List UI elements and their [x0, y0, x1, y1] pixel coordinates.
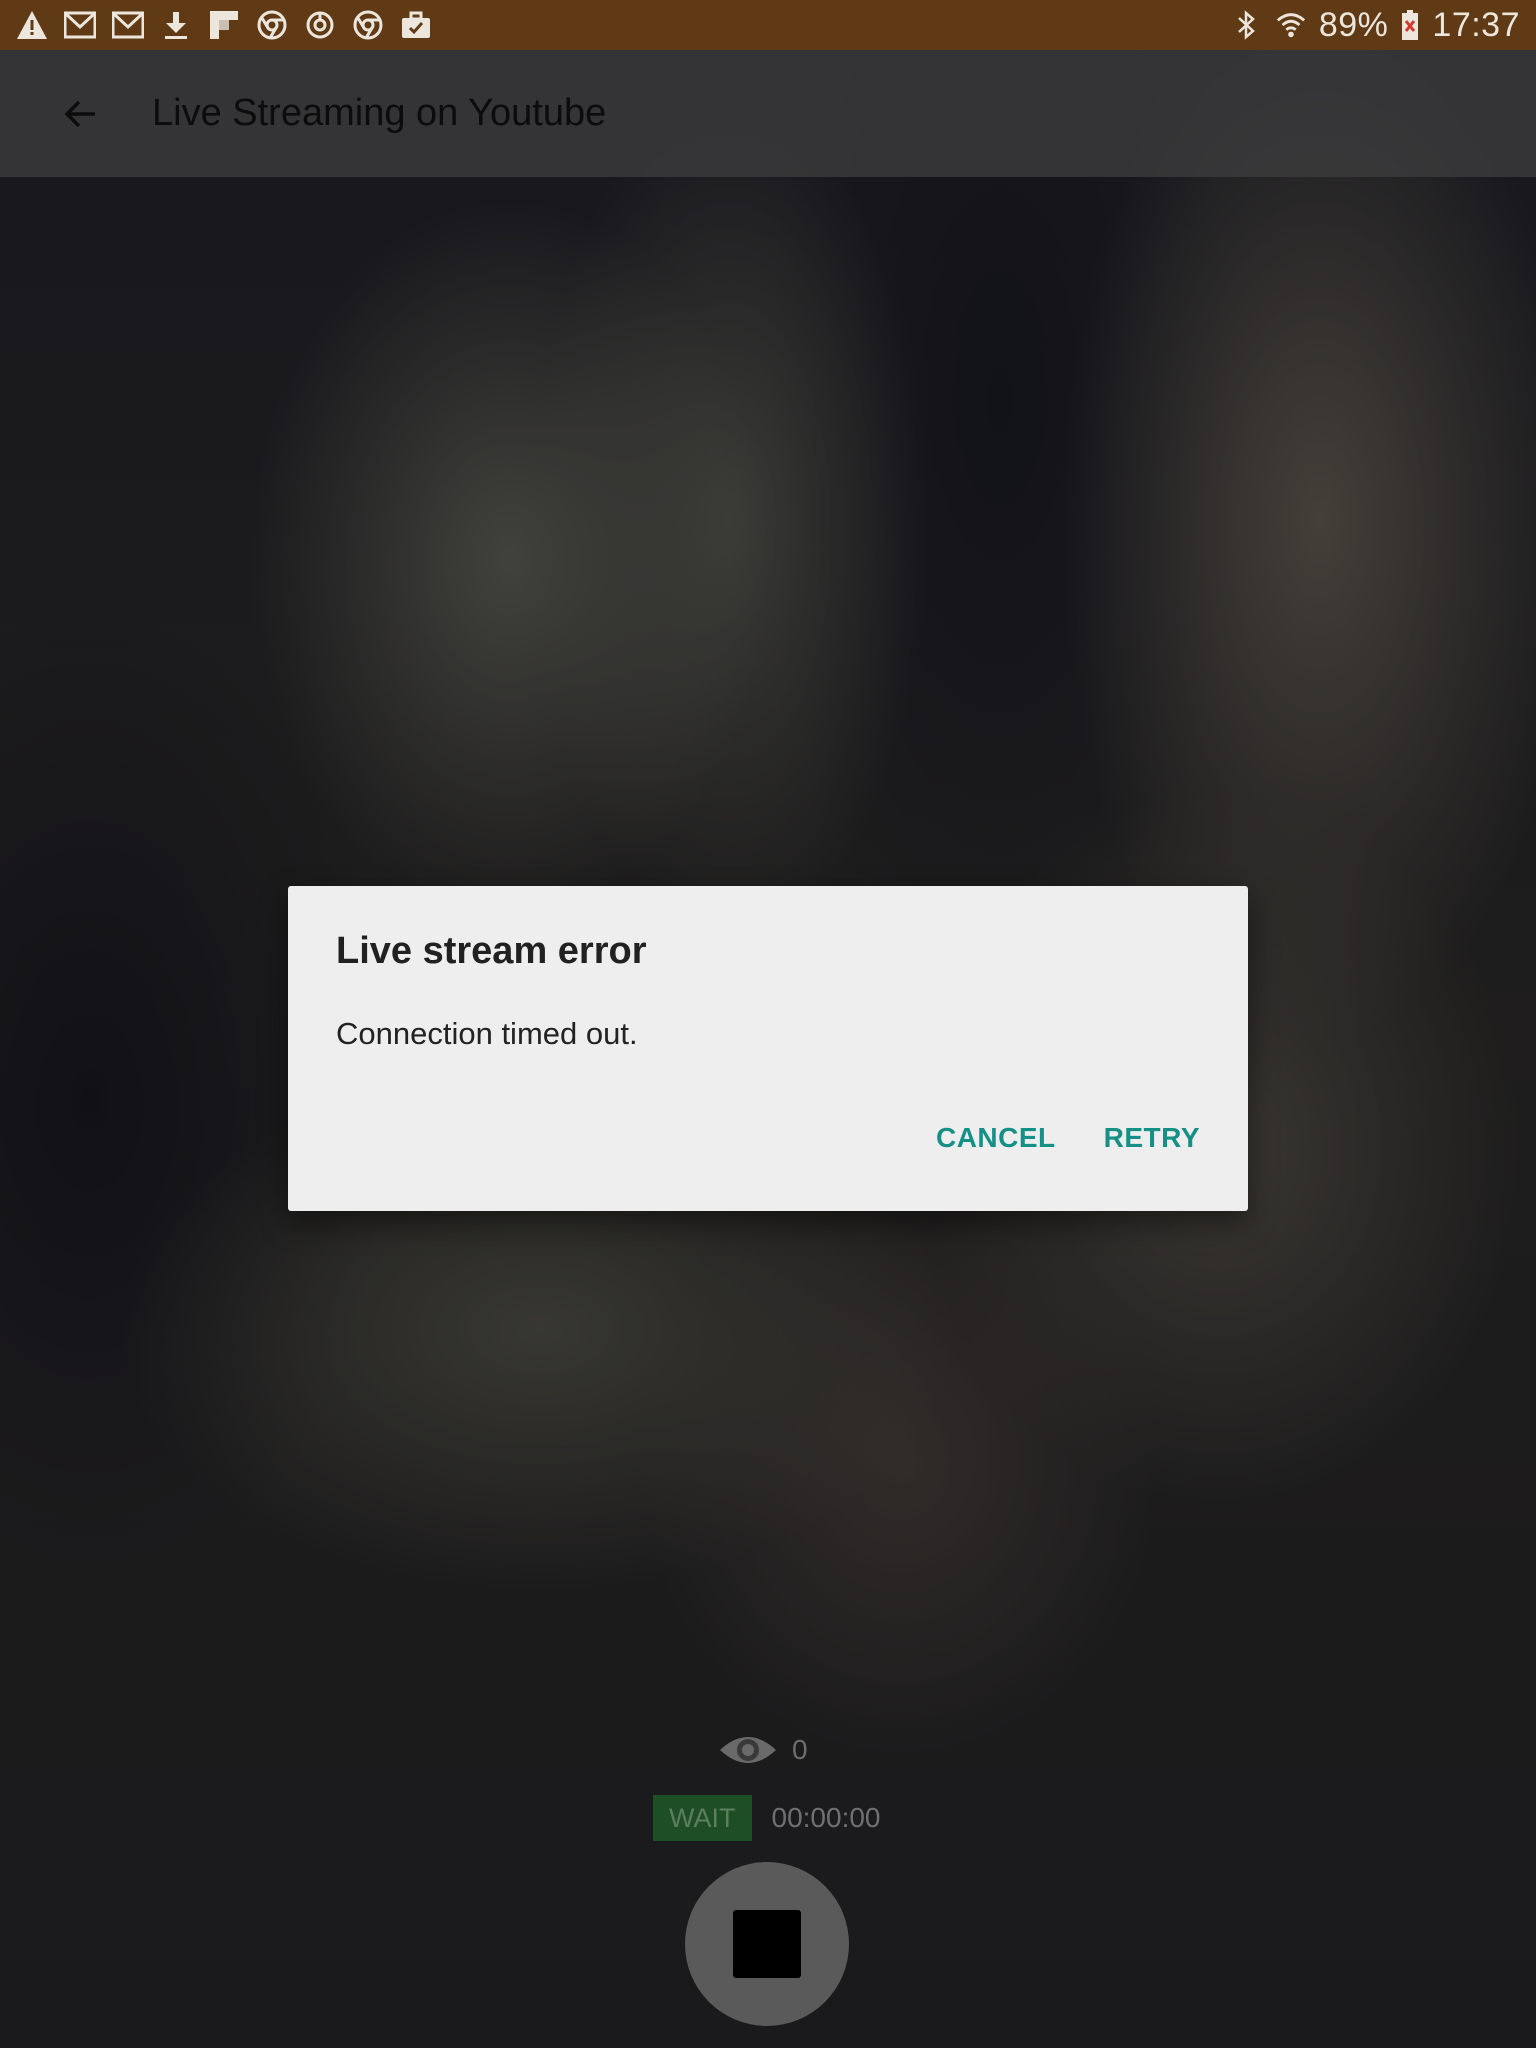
gmail-icon [64, 9, 96, 41]
flipboard-icon [208, 9, 240, 41]
app-bar: Live Streaming on Youtube [0, 50, 1536, 177]
status-bar: 89% 17:37 [0, 0, 1536, 50]
bluetooth-icon [1231, 9, 1263, 41]
page-title: Live Streaming on Youtube [152, 92, 607, 134]
warning-icon [16, 9, 48, 41]
stop-icon [733, 1910, 801, 1978]
sync-icon [304, 9, 336, 41]
eye-icon [720, 1737, 776, 1763]
error-dialog: Live stream error Connection timed out. … [288, 886, 1248, 1211]
chrome-icon [352, 9, 384, 41]
battery-icon [1400, 9, 1420, 41]
dialog-title: Live stream error [336, 930, 647, 972]
gmail-icon [112, 9, 144, 41]
viewer-counter: 0 [718, 1730, 808, 1770]
system-status: 89% 17:37 [1231, 6, 1536, 45]
battery-percent: 89% [1318, 5, 1389, 44]
dialog-actions: CANCEL RETRY [936, 1122, 1200, 1154]
cancel-button[interactable]: CANCEL [936, 1122, 1056, 1154]
viewer-count: 0 [792, 1734, 808, 1765]
retry-button[interactable]: RETRY [1104, 1122, 1200, 1154]
dialog-message: Connection timed out. [336, 1016, 638, 1051]
status-badge: WAIT [653, 1795, 752, 1841]
clock: 17:37 [1432, 5, 1520, 44]
back-button[interactable] [48, 82, 112, 146]
chrome-icon [256, 9, 288, 41]
notification-icons [0, 9, 432, 41]
stop-stream-button[interactable] [685, 1862, 849, 2026]
download-icon [160, 9, 192, 41]
stream-status: WAIT 00:00:00 [653, 1795, 881, 1841]
briefcase-check-icon [400, 9, 432, 41]
wifi-icon [1275, 9, 1307, 41]
stream-timer: 00:00:00 [771, 1802, 881, 1833]
back-arrow-icon [64, 100, 95, 127]
